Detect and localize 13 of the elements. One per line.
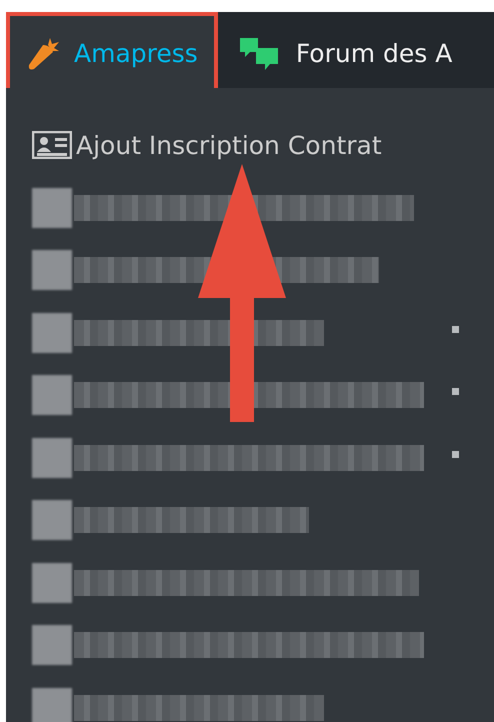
pixelated-icon — [32, 500, 72, 540]
pixelated-icon — [32, 438, 72, 478]
pixelated-icon — [32, 312, 72, 353]
toolbar-item[interactable]: Forum des A — [222, 16, 468, 92]
pixelated-icon — [32, 188, 72, 228]
menu-item[interactable]: Ajout Inscription Contrat — [32, 126, 382, 164]
pixelated-icon — [32, 625, 72, 666]
pixelated-icon — [32, 375, 72, 416]
id-card-icon — [32, 131, 72, 160]
pixelated-icon — [32, 688, 72, 722]
pixelated-icon — [32, 562, 72, 603]
carrot-icon — [26, 37, 60, 71]
pixelated-icon — [32, 250, 72, 290]
